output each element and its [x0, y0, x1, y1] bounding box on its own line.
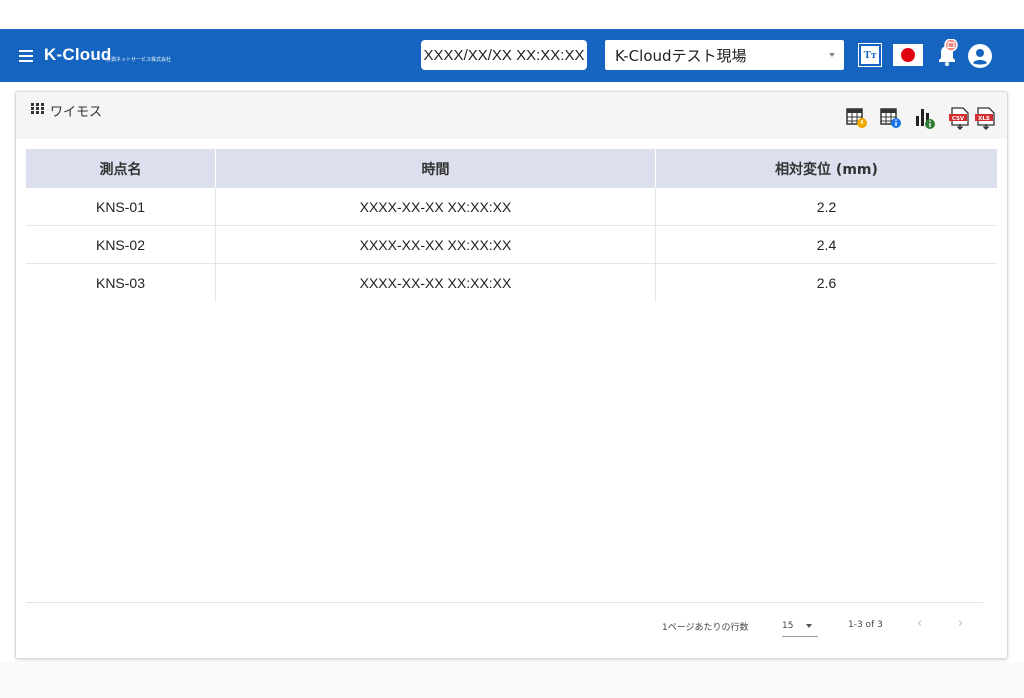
site-select[interactable]: K-Cloudテスト現場 [605, 40, 844, 70]
column-header-displacement[interactable]: 相対変位 (mm) [656, 149, 997, 188]
column-header-time[interactable]: 時間 [216, 149, 656, 188]
brand-company: 計測ネットサービス株式会社 [106, 57, 172, 63]
cell-point: KNS-03 [26, 264, 216, 302]
next-page-icon[interactable]: › [958, 616, 963, 631]
card-title: ワイモス [50, 105, 103, 120]
svg-text:CSV: CSV [952, 116, 965, 122]
cell-displacement: 2.4 [816, 236, 837, 253]
brand-logo: K-Cloud [44, 45, 112, 64]
measurement-card: ワイモス CSV XLS 測点名 時間 相対変位 (mm) KNS-01 XXX… [15, 91, 1008, 659]
data-table: 測点名 時間 相対変位 (mm) KNS-01 XXXX-XX-XX XX:XX… [26, 149, 997, 302]
notification-bell-icon[interactable] [933, 38, 961, 69]
cell-displacement: 2.6 [816, 275, 837, 291]
footer-divider [26, 602, 983, 603]
table-header: 測点名 時間 相対変位 (mm) [26, 149, 997, 188]
cell-point: KNS-02 [26, 226, 216, 263]
xls-download-icon[interactable]: XLS [974, 107, 996, 131]
table-warning-icon[interactable] [846, 107, 868, 129]
datetime-display[interactable]: XXXX/XX/XX XX:XX:XX [421, 40, 587, 70]
rows-per-page-value: 15 [782, 620, 794, 631]
cell-displacement: 2.2 [816, 198, 837, 215]
bar-chart-info-icon[interactable] [914, 107, 936, 129]
cell-time: XXXX-XX-XX XX:XX:XX [216, 264, 656, 302]
table-info-icon[interactable] [880, 107, 902, 129]
table-row[interactable]: KNS-02 XXXX-XX-XX XX:XX:XX 2.4 [26, 226, 997, 264]
apps-grid-icon [31, 103, 44, 114]
menu-icon[interactable] [19, 50, 33, 62]
account-icon[interactable] [966, 42, 994, 70]
cell-point: KNS-01 [26, 188, 216, 225]
rows-per-page-label: 1ページあたりの行数 [662, 623, 749, 633]
cell-time: XXXX-XX-XX XX:XX:XX [216, 188, 656, 225]
svg-text:XLS: XLS [978, 116, 990, 122]
bottom-strip [0, 662, 1024, 698]
card-header: ワイモス CSV XLS [16, 92, 1007, 139]
rows-per-page-select[interactable]: 15 [782, 615, 818, 637]
font-size-icon[interactable]: Tт [858, 43, 882, 67]
prev-page-icon[interactable]: ‹ [917, 616, 922, 631]
site-select-value: K-Cloudテスト現場 [615, 46, 747, 65]
pagination-range: 1-3 of 3 [848, 620, 883, 630]
caret-down-icon [806, 624, 812, 628]
table-row[interactable]: KNS-03 XXXX-XX-XX XX:XX:XX 2.6 [26, 264, 997, 302]
csv-download-icon[interactable]: CSV [948, 107, 970, 131]
table-row[interactable]: KNS-01 XXXX-XX-XX XX:XX:XX 2.2 [26, 188, 997, 226]
cell-time: XXXX-XX-XX XX:XX:XX [216, 226, 656, 263]
japan-flag-icon[interactable] [893, 44, 923, 66]
caret-down-icon [829, 53, 835, 57]
app-bar: K-Cloud 計測ネットサービス株式会社 XXXX/XX/XX XX:XX:X… [0, 29, 1024, 82]
column-header-point[interactable]: 測点名 [26, 149, 216, 188]
